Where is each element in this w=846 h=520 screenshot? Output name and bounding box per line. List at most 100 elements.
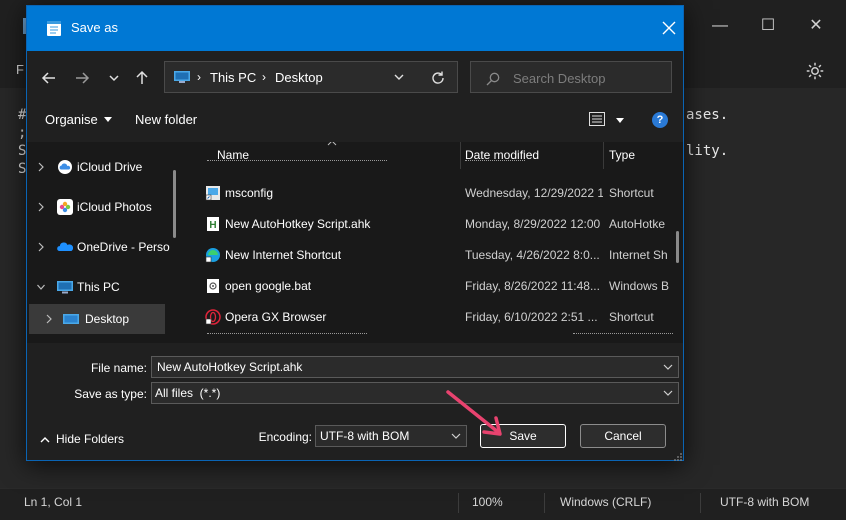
autohotkey-file-icon: H [207,217,219,231]
notepad-icon [47,21,61,36]
file-date: Monday, 8/29/2022 12:00 ... [465,217,603,231]
text-line-tail: lity. [686,143,729,159]
chevron-down-icon[interactable] [37,282,45,292]
organise-button[interactable]: Organise [45,112,112,127]
help-icon[interactable]: ? [652,112,668,128]
icloud-photos-icon [57,199,73,215]
breadcrumb-this-pc[interactable]: This PC [210,70,256,85]
status-line-ending: Windows (CRLF) [560,495,652,509]
save-as-type-select[interactable]: All files (*.*) [151,382,679,404]
desktop-icon [63,314,79,324]
file-name-value: New AutoHotkey Script.ahk [157,360,303,374]
nav-item-this-pc[interactable]: This PC [27,272,185,302]
sort-ascending-icon [327,142,337,146]
file-date: Wednesday, 12/29/2022 10:... [465,186,603,200]
file-name-input[interactable]: New AutoHotkey Script.ahk [151,356,679,378]
onedrive-icon [57,242,73,251]
search-placeholder: Search Desktop [513,71,606,86]
table-row[interactable]: New Internet Shortcut Tuesday, 4/26/2022… [185,240,683,271]
save-as-type-label: Save as type: [74,387,147,401]
nav-item-onedrive[interactable]: OneDrive - Perso [27,232,185,262]
nav-item-documents[interactable]: D [27,336,185,343]
minimize-icon[interactable]: — [708,14,732,38]
resize-grip-icon[interactable] [673,452,683,462]
view-chevron-down-icon[interactable] [616,118,624,123]
icloud-drive-icon [58,160,72,174]
status-cursor-position: Ln 1, Col 1 [24,495,83,509]
notepad-statusbar: Ln 1, Col 1 100% Windows (CRLF) UTF-8 wi… [0,488,846,520]
chevron-up-icon[interactable] [40,436,50,444]
file-name: Opera GX Browser [225,310,327,324]
menu-file[interactable]: F [16,62,24,77]
table-row[interactable]: msconfig Wednesday, 12/29/2022 10:... Sh… [185,178,683,209]
nav-item-label: OneDrive - Perso [77,240,170,254]
chevron-right-icon[interactable] [37,242,45,252]
navigation-scrollbar[interactable] [173,170,176,238]
breadcrumb-separator: › [197,70,201,84]
address-history-chevron-icon[interactable] [393,72,405,82]
file-list[interactable]: Name Date modified Type msconfig Wednesd… [185,142,683,343]
table-row[interactable]: H New AutoHotkey Script.ahk Monday, 8/29… [185,209,683,240]
file-name: open google.bat [225,279,312,293]
maximize-icon[interactable]: ☐ [756,14,780,38]
forward-arrow-icon[interactable] [70,66,94,90]
nav-item-label: iCloud Drive [77,160,143,174]
new-folder-button[interactable]: New folder [135,112,197,127]
table-row[interactable] [185,156,683,170]
file-list-scrollbar[interactable] [676,231,679,263]
file-name: msconfig [225,186,274,200]
text-line-tail: ases. [686,107,729,123]
nav-item-icloud-photos[interactable]: iCloud Photos [27,192,185,222]
dialog-title-bar[interactable]: Save as [27,6,683,51]
nav-item-icloud-drive[interactable]: iCloud Drive [27,152,185,182]
chevron-down-icon[interactable] [663,389,673,397]
file-type: Windows B [609,279,669,293]
nav-item-desktop[interactable]: Desktop [29,304,165,334]
status-zoom: 100% [472,495,503,509]
table-row[interactable]: open google.bat Friday, 8/26/2022 11:48.… [185,271,683,302]
file-name-label: File name: [90,361,147,375]
table-row[interactable] [185,333,683,343]
file-name: New Internet Shortcut [225,248,342,262]
organise-label: Organise [45,112,98,127]
chevron-right-icon[interactable] [37,202,45,212]
close-icon[interactable] [659,18,679,38]
file-date: Friday, 8/26/2022 11:48... [465,279,600,293]
chevron-right-icon[interactable] [45,314,53,324]
breadcrumb-desktop[interactable]: Desktop [275,70,323,85]
opera-gx-icon [205,309,221,325]
file-date: Friday, 6/10/2022 2:51 ... [465,310,598,324]
gear-icon[interactable] [804,60,826,82]
save-as-dialog: Save as › This PC › Desktop Search Deskt… [26,5,684,461]
nav-item-label: Desktop [85,312,130,326]
up-arrow-icon[interactable] [130,66,154,90]
recent-locations-chevron-icon[interactable] [102,66,126,90]
back-arrow-icon[interactable] [37,66,61,90]
command-bar: Organise New folder [27,105,683,135]
navigation-pane[interactable]: iCloud Drive iCloud Photos OneDrive - Pe… [27,142,185,343]
nav-item-label: iCloud Photos [77,200,152,214]
cancel-button[interactable]: Cancel [580,424,666,448]
batch-file-icon [207,279,219,293]
chevron-right-icon[interactable] [37,162,45,172]
search-input[interactable]: Search Desktop [470,61,672,93]
svg-text:H: H [209,220,216,231]
file-date: Tuesday, 4/26/2022 8:0... [465,248,600,262]
hide-folders-button[interactable]: Hide Folders [56,432,124,446]
status-encoding: UTF-8 with BOM [720,495,810,509]
chevron-down-icon[interactable] [663,363,673,371]
file-type: Internet Sh [609,248,668,262]
annotation-arrow-icon [446,390,502,436]
nav-item-label: This PC [77,280,120,294]
dialog-title: Save as [71,20,118,35]
close-icon[interactable]: ✕ [804,14,828,38]
file-type: Shortcut [609,310,654,324]
refresh-icon[interactable] [430,70,446,86]
table-row[interactable]: Opera GX Browser Friday, 6/10/2022 2:51 … [185,302,683,333]
file-type: AutoHotke [609,217,666,231]
search-icon [486,72,500,86]
view-options-icon[interactable] [589,112,605,126]
encoding-value: UTF-8 with BOM [320,429,410,443]
breadcrumb-separator: › [262,70,266,84]
address-bar[interactable]: › This PC › Desktop [164,61,458,93]
